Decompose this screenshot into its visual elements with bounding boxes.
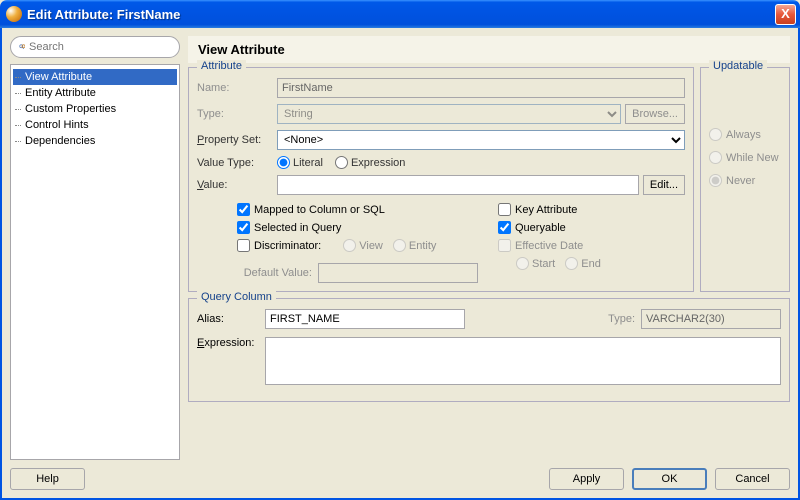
property-set-label: Property Set: xyxy=(197,134,277,146)
tree-item-control-hints[interactable]: Control Hints xyxy=(13,117,177,133)
type-label: Type: xyxy=(197,108,277,120)
query-column-panel: Query Column Alias: Type: Expression: xyxy=(188,298,790,402)
effective-date-radios: Start End xyxy=(516,257,685,270)
name-input xyxy=(277,78,685,98)
default-value-input xyxy=(318,263,478,283)
query-legend: Query Column xyxy=(197,291,276,303)
window-title: Edit Attribute: FirstName xyxy=(27,7,775,22)
disc-entity-radio xyxy=(393,239,406,252)
key-attribute-label: Key Attribute xyxy=(515,204,577,216)
search-box[interactable] xyxy=(10,36,180,58)
alias-input[interactable] xyxy=(265,309,465,329)
effective-date-checkbox xyxy=(498,239,511,252)
effective-date-label: Effective Date xyxy=(515,240,583,252)
discriminator-radios: View Entity xyxy=(343,239,436,252)
literal-radio[interactable] xyxy=(277,156,290,169)
ed-end-radio xyxy=(565,257,578,270)
property-set-select[interactable]: <None> xyxy=(277,130,685,150)
updatable-panel: Updatable Always While New Never xyxy=(700,67,790,292)
while-new-radio xyxy=(709,151,722,164)
queryable-label: Queryable xyxy=(515,222,566,234)
disc-view-radio-label: View xyxy=(343,239,383,252)
selected-in-query-checkbox[interactable] xyxy=(237,221,250,234)
never-radio xyxy=(709,174,722,187)
main-area: View Attribute Entity Attribute Custom P… xyxy=(10,36,790,460)
type-select: String xyxy=(277,104,621,124)
key-attribute-checkbox[interactable] xyxy=(498,203,511,216)
default-value-label: Default Value: xyxy=(237,267,312,279)
query-type-input xyxy=(641,309,781,329)
checkbox-right-col: Key Attribute Queryable Effective Date S… xyxy=(478,203,685,283)
query-type-label: Type: xyxy=(573,313,635,325)
expression-input[interactable] xyxy=(265,337,781,385)
edit-button[interactable]: Edit... xyxy=(643,175,685,195)
button-bar: Help Apply OK Cancel xyxy=(10,460,790,490)
mapped-label: Mapped to Column or SQL xyxy=(254,204,385,216)
disc-view-radio xyxy=(343,239,356,252)
discriminator-checkbox[interactable] xyxy=(237,239,250,252)
checkbox-block: Mapped to Column or SQL Selected in Quer… xyxy=(197,203,685,283)
help-button[interactable]: Help xyxy=(10,468,85,490)
search-input[interactable] xyxy=(29,41,171,53)
tree-item-entity-attribute[interactable]: Entity Attribute xyxy=(13,85,177,101)
literal-radio-label[interactable]: Literal xyxy=(277,156,323,169)
panels-row: Attribute Name: Type: String Browse... P… xyxy=(188,67,790,292)
dialog-body: View Attribute Entity Attribute Custom P… xyxy=(0,28,800,500)
always-radio-label: Always xyxy=(709,128,781,141)
ed-start-radio-label: Start xyxy=(516,257,555,270)
nav-tree: View Attribute Entity Attribute Custom P… xyxy=(10,64,180,460)
checkbox-left-col: Mapped to Column or SQL Selected in Quer… xyxy=(197,203,478,283)
name-label: Name: xyxy=(197,82,277,94)
close-button[interactable]: X xyxy=(775,4,796,25)
sidebar: View Attribute Entity Attribute Custom P… xyxy=(10,36,180,460)
updatable-legend: Updatable xyxy=(709,60,767,72)
value-type-group: Literal Expression xyxy=(277,156,405,169)
titlebar: Edit Attribute: FirstName X xyxy=(0,0,800,28)
ed-end-radio-label: End xyxy=(565,257,601,270)
never-radio-label: Never xyxy=(709,174,781,187)
updatable-list: Always While New Never xyxy=(709,78,781,187)
value-type-label: Value Type: xyxy=(197,157,277,169)
mapped-checkbox[interactable] xyxy=(237,203,250,216)
value-label: Value: xyxy=(197,179,277,191)
browse-button: Browse... xyxy=(625,104,685,124)
apply-button[interactable]: Apply xyxy=(549,468,624,490)
while-new-radio-label: While New xyxy=(709,151,781,164)
selected-in-query-label: Selected in Query xyxy=(254,222,341,234)
disc-entity-radio-label: Entity xyxy=(393,239,437,252)
value-input[interactable] xyxy=(277,175,639,195)
search-icon xyxy=(19,40,25,54)
expression-label: Expression: xyxy=(197,337,259,349)
expression-radio-label[interactable]: Expression xyxy=(335,156,405,169)
expression-radio[interactable] xyxy=(335,156,348,169)
tree-item-custom-properties[interactable]: Custom Properties xyxy=(13,101,177,117)
page-heading: View Attribute xyxy=(188,36,790,63)
content-area: View Attribute Attribute Name: Type: Str… xyxy=(188,36,790,460)
always-radio xyxy=(709,128,722,141)
attribute-legend: Attribute xyxy=(197,60,246,72)
ok-button[interactable]: OK xyxy=(632,468,707,490)
alias-label: Alias: xyxy=(197,313,259,325)
discriminator-label: Discriminator: xyxy=(254,240,321,252)
cancel-button[interactable]: Cancel xyxy=(715,468,790,490)
app-icon xyxy=(6,6,22,22)
tree-item-view-attribute[interactable]: View Attribute xyxy=(13,69,177,85)
attribute-panel: Attribute Name: Type: String Browse... P… xyxy=(188,67,694,292)
ed-start-radio xyxy=(516,257,529,270)
tree-item-dependencies[interactable]: Dependencies xyxy=(13,133,177,149)
queryable-checkbox[interactable] xyxy=(498,221,511,234)
